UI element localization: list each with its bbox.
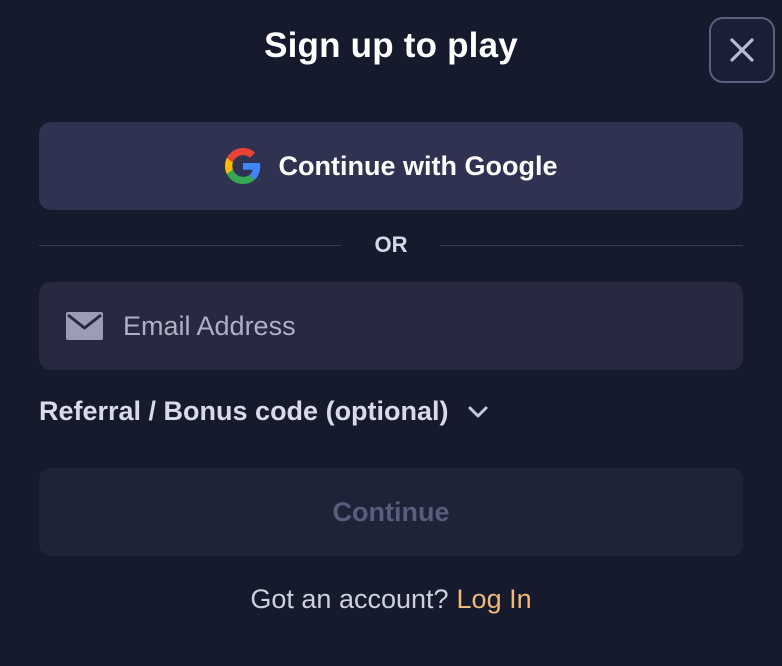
email-field[interactable] bbox=[39, 282, 743, 370]
login-link[interactable]: Log In bbox=[457, 584, 532, 614]
chevron-down-icon bbox=[467, 405, 489, 419]
google-logo-icon bbox=[224, 148, 261, 184]
referral-code-toggle[interactable]: Referral / Bonus code (optional) bbox=[39, 396, 489, 427]
close-button[interactable] bbox=[709, 17, 775, 83]
login-prompt-text: Got an account? bbox=[250, 584, 449, 614]
divider-line-right bbox=[440, 245, 743, 246]
close-icon bbox=[730, 38, 754, 62]
continue-with-google-button[interactable]: Continue with Google bbox=[39, 122, 743, 210]
google-button-label: Continue with Google bbox=[278, 150, 558, 181]
login-prompt: Got an account? Log In bbox=[0, 584, 782, 615]
email-input[interactable] bbox=[121, 309, 705, 343]
signup-modal: Sign up to play Continue with Google OR bbox=[0, 0, 782, 666]
referral-label: Referral / Bonus code (optional) bbox=[39, 396, 449, 426]
continue-button[interactable]: Continue bbox=[39, 468, 743, 556]
mail-icon bbox=[66, 312, 103, 340]
or-divider: OR bbox=[39, 230, 743, 260]
page-title: Sign up to play bbox=[264, 26, 518, 65]
